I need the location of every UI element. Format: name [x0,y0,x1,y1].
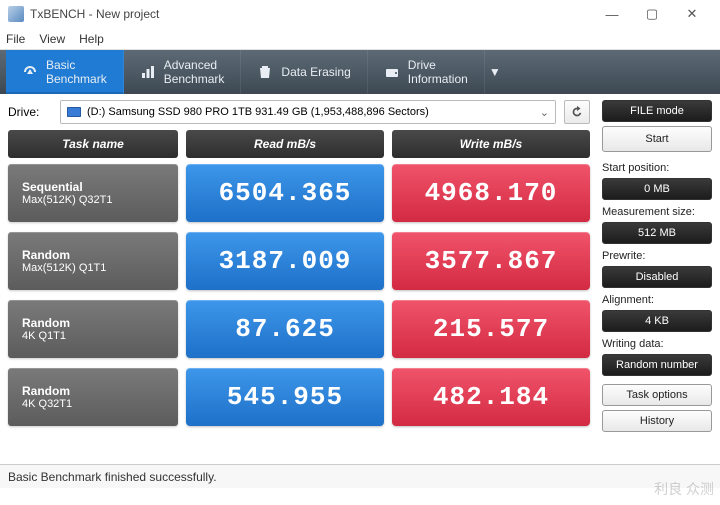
task-name[interactable]: Random Max(512K) Q1T1 [8,232,178,290]
titlebar: TxBENCH - New project — ▢ ✕ [0,0,720,28]
write-value: 215.577 [392,300,590,358]
writing-data-value[interactable]: Random number [602,354,712,376]
minimize-button[interactable]: — [592,0,632,28]
drive-select[interactable]: (D:) Samsung SSD 980 PRO 1TB 931.49 GB (… [60,100,556,124]
menu-help[interactable]: Help [79,32,104,46]
close-button[interactable]: ✕ [672,0,712,28]
drive-label: Drive: [8,105,52,119]
header-write: Write mB/s [392,130,590,158]
tab-data-erasing[interactable]: Data Erasing [241,50,367,94]
bars-icon [140,64,156,80]
tab-basic-benchmark[interactable]: Basic Benchmark [6,50,124,94]
menu-view[interactable]: View [39,32,65,46]
tab-label: Data Erasing [281,65,350,79]
read-value: 3187.009 [186,232,384,290]
read-value: 545.955 [186,368,384,426]
start-position-label: Start position: [602,162,712,174]
task-options-button[interactable]: Task options [602,384,712,406]
tabbar: Basic Benchmark Advanced Benchmark Data … [0,50,720,94]
alignment-label: Alignment: [602,294,712,306]
row-random-4k-q1t1: Random 4K Q1T1 87.625 215.577 [8,300,590,358]
file-mode-button[interactable]: FILE mode [602,100,712,122]
row-random-4k-q32t1: Random 4K Q32T1 545.955 482.184 [8,368,590,426]
start-position-value[interactable]: 0 MB [602,178,712,200]
erase-icon [257,64,273,80]
status-text: Basic Benchmark finished successfully. [8,470,217,484]
header-read: Read mB/s [186,130,384,158]
read-value: 87.625 [186,300,384,358]
benchmark-rows: Sequential Max(512K) Q32T1 6504.365 4968… [8,164,590,460]
read-value: 6504.365 [186,164,384,222]
row-random-512k-q1t1: Random Max(512K) Q1T1 3187.009 3577.867 [8,232,590,290]
maximize-button[interactable]: ▢ [632,0,672,28]
row-sequential: Sequential Max(512K) Q32T1 6504.365 4968… [8,164,590,222]
writing-data-label: Writing data: [602,338,712,350]
menubar: File View Help [0,28,720,50]
window-title: TxBENCH - New project [30,7,592,21]
task-name[interactable]: Random 4K Q32T1 [8,368,178,426]
tab-label: Drive Information [408,58,468,86]
tab-advanced-benchmark[interactable]: Advanced Benchmark [124,50,242,94]
drive-icon [384,64,400,80]
prewrite-label: Prewrite: [602,250,712,262]
tab-drive-information[interactable]: Drive Information [368,50,485,94]
drive-value: (D:) Samsung SSD 980 PRO 1TB 931.49 GB (… [87,106,429,118]
header-task: Task name [8,130,178,158]
tab-label: Advanced Benchmark [164,58,225,86]
tab-label: Basic Benchmark [46,58,107,86]
refresh-icon [570,105,584,119]
measurement-size-value[interactable]: 512 MB [602,222,712,244]
alignment-value[interactable]: 4 KB [602,310,712,332]
side-panel: FILE mode Start Start position: 0 MB Mea… [598,94,720,464]
refresh-button[interactable] [564,100,590,124]
disk-icon [67,107,81,117]
write-value: 482.184 [392,368,590,426]
tab-dropdown[interactable]: ▼ [485,50,505,94]
prewrite-value[interactable]: Disabled [602,266,712,288]
task-name[interactable]: Sequential Max(512K) Q32T1 [8,164,178,222]
write-value: 3577.867 [392,232,590,290]
start-button[interactable]: Start [602,126,712,152]
measurement-size-label: Measurement size: [602,206,712,218]
write-value: 4968.170 [392,164,590,222]
gauge-icon [22,64,38,80]
history-button[interactable]: History [602,410,712,432]
window-controls: — ▢ ✕ [592,0,712,28]
task-name[interactable]: Random 4K Q1T1 [8,300,178,358]
menu-file[interactable]: File [6,32,25,46]
statusbar: Basic Benchmark finished successfully. [0,464,720,488]
app-icon [8,6,24,22]
